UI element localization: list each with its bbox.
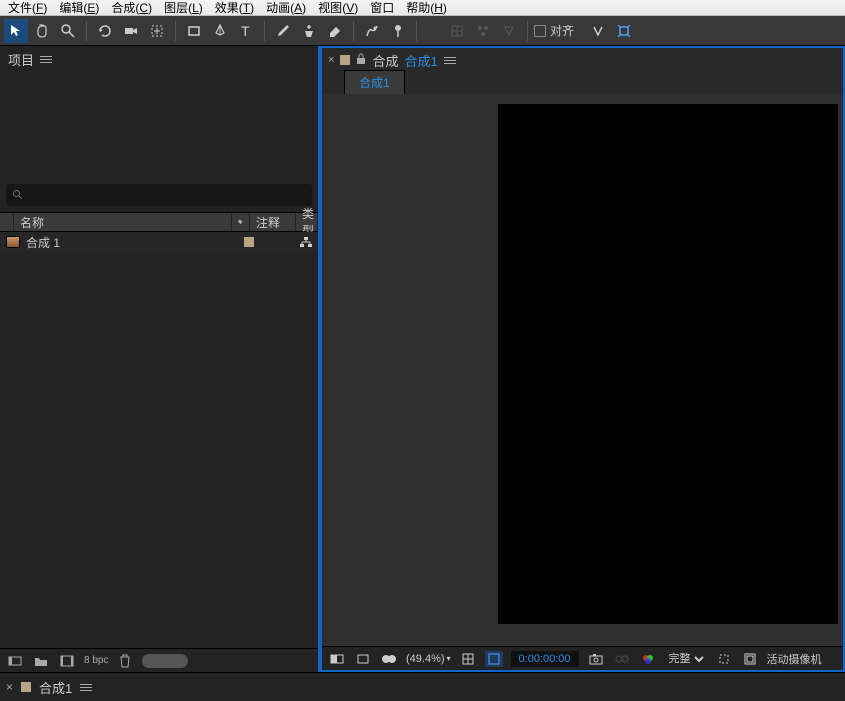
show-snapshot-button[interactable] bbox=[613, 651, 631, 667]
toggle-mask-button[interactable] bbox=[380, 651, 398, 667]
guides-button[interactable] bbox=[741, 651, 759, 667]
roi-button[interactable] bbox=[715, 651, 733, 667]
viewer-tab-active[interactable]: 合成1 bbox=[344, 70, 405, 94]
viewer-canvas-area[interactable] bbox=[322, 94, 843, 646]
viewer-menu-icon[interactable] bbox=[444, 57, 456, 64]
region-button[interactable] bbox=[485, 651, 503, 667]
menu-window[interactable]: 窗口 bbox=[364, 0, 400, 16]
viewer-footer: (49.4%)▾ 0:00:00:00 完整 活动摄像机 bbox=[322, 646, 843, 670]
new-comp-button[interactable] bbox=[58, 653, 76, 669]
align-toggle[interactable]: 对齐 bbox=[534, 22, 574, 39]
timeline-comp-name: 合成1 bbox=[39, 678, 72, 697]
puppet-overlap-icon bbox=[497, 19, 521, 43]
timeline-panel-tab[interactable]: × 合成1 bbox=[0, 672, 845, 701]
snapshot-button[interactable] bbox=[587, 651, 605, 667]
delete-button[interactable] bbox=[116, 653, 134, 669]
timeline-close-button[interactable]: × bbox=[6, 680, 13, 694]
project-columns: 名称 注释 类型 bbox=[0, 212, 318, 232]
project-scrollbar[interactable] bbox=[142, 654, 188, 668]
viewer-breadcrumb-link[interactable]: 合成1 bbox=[404, 51, 437, 70]
search-icon bbox=[12, 189, 24, 201]
col-tag[interactable] bbox=[232, 213, 250, 231]
viewer-label-swatch[interactable] bbox=[340, 55, 350, 65]
clone-tool[interactable] bbox=[297, 19, 321, 43]
menu-animation[interactable]: 动画(A) bbox=[260, 0, 312, 16]
project-panel-title: 项目 bbox=[8, 50, 34, 69]
camera-dropdown[interactable]: 活动摄像机 bbox=[767, 651, 822, 667]
text-tool[interactable]: T bbox=[234, 19, 258, 43]
project-search[interactable] bbox=[6, 184, 312, 206]
zoom-dropdown[interactable]: (49.4%)▾ bbox=[406, 653, 451, 665]
project-preview-area bbox=[0, 72, 318, 184]
menu-view[interactable]: 视图(V) bbox=[312, 0, 364, 16]
eraser-tool[interactable] bbox=[323, 19, 347, 43]
current-time[interactable]: 0:00:00:00 bbox=[511, 651, 579, 667]
menu-help[interactable]: 帮助(H) bbox=[400, 0, 453, 16]
composition-canvas[interactable] bbox=[498, 104, 838, 624]
pan-behind-tool[interactable] bbox=[145, 19, 169, 43]
timeline-menu-icon[interactable] bbox=[80, 684, 92, 691]
viewer-tabbar: × 合成 合成1 bbox=[322, 48, 843, 72]
pin-tool[interactable] bbox=[386, 19, 410, 43]
project-item[interactable]: 合成 1 bbox=[0, 232, 318, 252]
menu-effect[interactable]: 效果(T) bbox=[209, 0, 260, 16]
panel-menu-icon[interactable] bbox=[40, 56, 52, 63]
snap-tool[interactable] bbox=[586, 19, 610, 43]
composition-viewer: × 合成 合成1 合成1 (49.4%)▾ 0:00:00:00 完整 bbox=[320, 46, 845, 672]
flowchart-icon[interactable] bbox=[300, 237, 312, 247]
grid-button[interactable] bbox=[459, 651, 477, 667]
menu-composition[interactable]: 合成(C) bbox=[105, 0, 158, 16]
roto-tool[interactable] bbox=[360, 19, 384, 43]
new-folder-button[interactable] bbox=[32, 653, 50, 669]
project-item-name: 合成 1 bbox=[26, 234, 60, 251]
hand-tool[interactable] bbox=[30, 19, 54, 43]
menubar: 文件(F) 编辑(E) 合成(C) 图层(L) 效果(T) 动画(A) 视图(V… bbox=[0, 0, 845, 16]
zoom-tool[interactable] bbox=[56, 19, 80, 43]
toolbar: T 对齐 bbox=[0, 16, 845, 46]
rotate-tool[interactable] bbox=[93, 19, 117, 43]
menu-layer[interactable]: 图层(L) bbox=[158, 0, 209, 16]
col-comment[interactable]: 注释 bbox=[250, 213, 296, 231]
composition-icon bbox=[6, 236, 20, 248]
viewer-breadcrumb-prefix: 合成 bbox=[372, 51, 398, 70]
resolution-dropdown[interactable]: 完整 bbox=[665, 652, 707, 666]
svg-text:T: T bbox=[241, 23, 250, 39]
channel-button[interactable] bbox=[639, 651, 657, 667]
col-name[interactable]: 名称 bbox=[14, 213, 232, 231]
puppet-group-icon bbox=[471, 19, 495, 43]
menu-edit[interactable]: 编辑(E) bbox=[53, 0, 105, 16]
timeline-label-swatch[interactable] bbox=[21, 682, 31, 692]
shape-tool[interactable] bbox=[182, 19, 206, 43]
interpret-footage-button[interactable] bbox=[6, 653, 24, 669]
toggle-alpha-button[interactable] bbox=[328, 651, 346, 667]
project-footer: 8 bpc bbox=[0, 648, 318, 672]
toggle-transparency-button[interactable] bbox=[354, 651, 372, 667]
expand-tool[interactable] bbox=[612, 19, 636, 43]
label-swatch[interactable] bbox=[244, 237, 254, 247]
selection-tool[interactable] bbox=[4, 19, 28, 43]
close-panel-button[interactable]: × bbox=[328, 54, 334, 66]
camera-tool[interactable] bbox=[119, 19, 143, 43]
pen-tool[interactable] bbox=[208, 19, 232, 43]
brush-tool[interactable] bbox=[271, 19, 295, 43]
project-list-empty[interactable] bbox=[0, 252, 318, 648]
menu-file[interactable]: 文件(F) bbox=[2, 0, 53, 16]
col-type[interactable]: 类型 bbox=[296, 213, 318, 231]
viewer-subtabs: 合成1 bbox=[322, 72, 843, 94]
project-panel-header[interactable]: 项目 bbox=[0, 46, 318, 72]
bpc-button[interactable]: 8 bpc bbox=[84, 653, 108, 669]
project-panel: 项目 名称 注释 类型 合成 1 bbox=[0, 46, 320, 672]
mesh-tool bbox=[445, 19, 469, 43]
lock-icon[interactable] bbox=[356, 53, 366, 68]
